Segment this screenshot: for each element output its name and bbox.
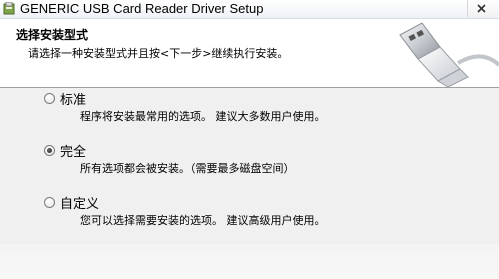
option-complete[interactable]: 完全 (44, 141, 87, 160)
setup-app-icon (3, 1, 15, 15)
option-label: 完全 (60, 144, 87, 160)
header-banner: 选择安装型式 请选择一种安装型式并且按<下一步>继续执行安装。 (0, 19, 499, 88)
option-label: 自定义 (60, 196, 100, 212)
window-title: GENERIC USB Card Reader Driver Setup (20, 1, 264, 16)
title-bar: GENERIC USB Card Reader Driver Setup (0, 0, 499, 19)
banner-title: 选择安装型式 (16, 28, 89, 42)
option-description: 您可以选择需要安装的选项。 建议高级用户使用。 (80, 214, 326, 227)
standard-radio-button[interactable] (44, 92, 55, 104)
option-description: 程序将安装最常用的选项。 建议大多数用户使用。 (80, 110, 326, 123)
complete-radio-button[interactable] (44, 144, 55, 156)
option-description: 所有选项都会被安装。（需要最多磁盘空间） (80, 162, 295, 175)
banner-subtitle: 请选择一种安装型式并且按<下一步>继续执行安装。 (28, 47, 289, 60)
custom-radio-button[interactable] (44, 196, 55, 208)
footer-area (0, 244, 499, 279)
usb-plug-icon (399, 22, 499, 87)
option-label: 标准 (60, 92, 87, 108)
close-icon (477, 4, 486, 13)
close-button[interactable] (467, 0, 496, 17)
option-custom[interactable]: 自定义 (44, 193, 100, 212)
option-standard[interactable]: 标准 (44, 89, 87, 108)
